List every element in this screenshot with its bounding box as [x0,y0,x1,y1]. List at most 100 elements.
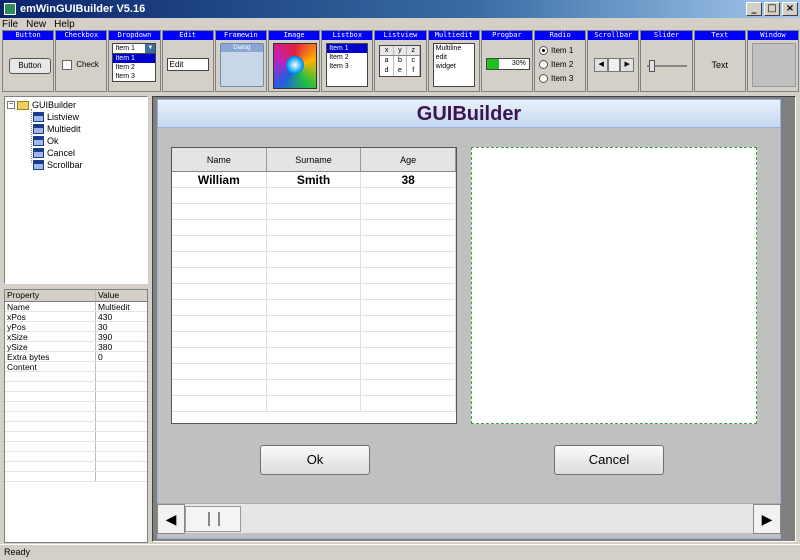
property-value[interactable]: 0 [96,352,147,362]
dialog-listview[interactable]: Name Surname Age William Smith 38 [171,147,457,424]
property-row[interactable]: xPos 430 [5,312,147,322]
tool-text[interactable]: Text Text [693,30,746,92]
table-cell [172,204,267,219]
menu-new[interactable]: New [26,19,46,30]
ok-button[interactable]: Ok [260,445,370,475]
widget-tree: − GUIBuilder Listview Multiedit Ok Cance… [4,96,148,284]
radio-dot [539,59,549,69]
dialog-multiedit[interactable] [471,147,757,424]
table-row-empty [172,220,457,236]
tool-edit[interactable]: Edit Edit [161,30,214,92]
radio-label: Item 2 [551,59,574,69]
table-row-empty [172,316,457,332]
table-cell [361,380,457,395]
tree-item-multiedit[interactable]: Multiedit [33,123,81,135]
table-cell [267,300,362,315]
scroll-left-icon[interactable]: ◀ [157,504,185,534]
tool-framewin[interactable]: Framewin Dialog [214,30,268,92]
dialog-scrollbar[interactable]: ◀ ▶ [157,503,781,534]
property-row-empty [5,422,147,432]
table-row[interactable]: William Smith 38 [172,172,457,188]
property-row-empty [5,372,147,382]
listview-col: x [380,46,394,55]
tool-window[interactable]: Window [746,30,800,92]
property-row[interactable]: Extra bytes 0 [5,352,147,362]
tree-item-scrollbar[interactable]: Scrollbar [33,159,83,171]
tool-header: Window [747,31,799,40]
scrollbar-thumb[interactable] [185,506,241,532]
table-cell [361,284,457,299]
table-cell [361,252,457,267]
minimize-button[interactable]: _ [746,2,762,16]
property-row[interactable]: yPos 30 [5,322,147,332]
close-button[interactable]: × [782,2,798,16]
cancel-button[interactable]: Cancel [554,445,664,475]
slider-preview [647,60,688,72]
property-value[interactable] [96,362,147,371]
menu-file[interactable]: File [2,19,18,30]
table-cell [267,316,362,331]
property-row-empty [5,462,147,472]
listview-cell: c [407,56,421,66]
menu-help[interactable]: Help [54,19,75,30]
table-cell [172,220,267,235]
property-value[interactable]: 380 [96,342,147,352]
chevron-down-icon: ▼ [145,44,156,53]
tree-item-label: Listview [47,112,80,122]
tool-image[interactable]: Image [268,30,321,92]
dropdown-item: Item 2 [115,64,135,71]
table-cell [267,364,362,379]
tool-checkbox[interactable]: Checkbox Check [55,30,108,92]
app-icon [4,3,16,15]
property-row[interactable]: ySize 380 [5,342,147,352]
dialog-title[interactable]: GUIBuilder [158,100,780,128]
radio-preview: Item 1 Item 2 Item 3 [539,43,573,85]
tree-item-ok[interactable]: Ok [33,135,59,147]
table-cell [361,316,457,331]
tool-header: Slider [641,31,692,40]
tool-progbar[interactable]: Progbar 30% [480,30,534,92]
table-cell [267,396,362,411]
tool-scrollbar[interactable]: Scrollbar ◀ ▶ [587,30,640,92]
tree-root[interactable]: − GUIBuilder [7,99,76,111]
property-value[interactable]: Multiedit [96,302,147,312]
property-row[interactable]: Name Multiedit [5,302,147,312]
listview-header-age[interactable]: Age [361,148,457,171]
table-cell [172,252,267,267]
tool-slider[interactable]: Slider [640,30,693,92]
table-row-empty [172,268,457,284]
scroll-right-icon[interactable]: ▶ [753,504,781,534]
scrollbar-preview: ◀ ▶ [594,58,635,72]
table-cell [267,348,362,363]
multiedit-preview: Multiline edit widget [432,43,475,87]
collapse-icon[interactable]: − [7,101,15,109]
property-name: Name [5,302,96,312]
tool-listbox[interactable]: Listbox Item 1 Item 2 Item 3 [321,30,374,92]
property-row[interactable]: Content [5,362,147,372]
table-cell [267,332,362,347]
tool-header: Listbox [322,31,373,40]
window-preview [751,43,796,87]
listview-header-surname[interactable]: Surname [267,148,362,171]
tree-item-listview[interactable]: Listview [33,111,79,123]
tool-dropdown[interactable]: Dropdown Item 1 ▼ Item 1 Item 2 Item 3 [108,30,161,92]
text-preview: Text [711,60,728,70]
property-value[interactable]: 430 [96,312,147,322]
tool-listview[interactable]: Listview x y z a b c d e f [374,30,427,92]
table-row-empty [172,236,457,252]
tool-header: Image [269,31,320,40]
tool-radio[interactable]: Radio Item 1 Item 2 Item 3 [534,30,587,92]
listview-header-name[interactable]: Name [172,148,267,171]
maximize-button[interactable]: □ [764,2,780,16]
property-row-empty [5,412,147,422]
property-row[interactable]: xSize 390 [5,332,147,342]
tree-item-cancel[interactable]: Cancel [33,147,75,159]
property-value[interactable]: 30 [96,322,147,332]
tool-header: Listview [375,31,426,40]
tool-multiedit[interactable]: Multiedit Multiline edit widget [427,30,480,92]
tool-button[interactable]: Button Button [2,30,55,92]
property-value[interactable]: 390 [96,332,147,342]
table-cell [361,348,457,363]
table-row-empty [172,284,457,300]
table-cell [267,188,362,203]
